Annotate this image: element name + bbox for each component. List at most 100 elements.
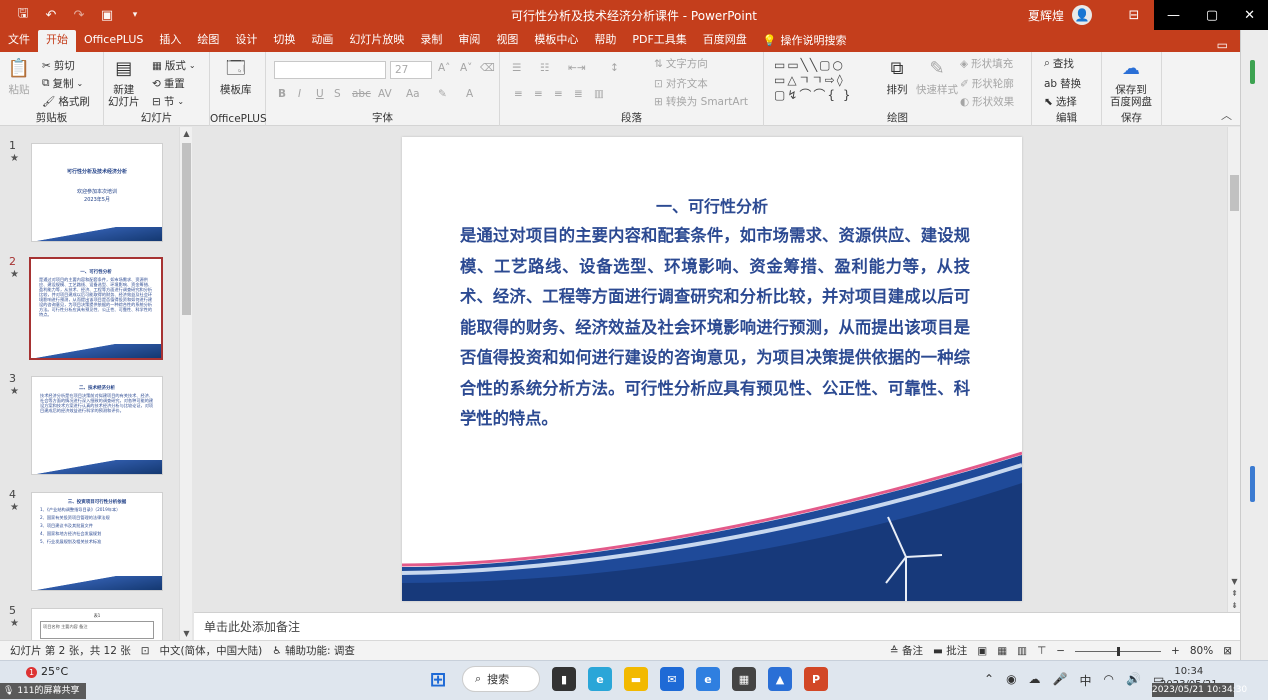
scroll-up-icon[interactable]: ▲ bbox=[180, 127, 193, 140]
reset-button[interactable]: ⟲ 重置 bbox=[152, 76, 185, 91]
indent-icon[interactable]: ⇤⇥ bbox=[568, 62, 586, 74]
screen-share-banner[interactable]: 🎙 111的屏幕共享 bbox=[0, 683, 86, 699]
slide-thumbnail-3[interactable]: 二、技术经济分析 技术经济分析是在项目决策前对拟建项目的有关技术、经济、社会等方… bbox=[31, 376, 163, 475]
tab-pdf-tools[interactable]: PDF工具集 bbox=[624, 30, 694, 52]
language-indicator[interactable]: 中文(简体，中国大陆) bbox=[160, 643, 263, 658]
windows-start-icon[interactable]: ⊞ bbox=[426, 667, 450, 691]
slide-thumbnail-2[interactable]: 一、可行性分析 是通过对项目的主要内容和配套条件，如市场需求、资源供应、建设规模… bbox=[29, 257, 163, 360]
select-button[interactable]: ⬉ 选择 bbox=[1044, 94, 1077, 109]
editor-scrollbar[interactable]: ▼ ⇞ ⇟ bbox=[1227, 127, 1240, 612]
maximize-icon[interactable]: ▢ bbox=[1206, 8, 1218, 23]
spellcheck-icon[interactable]: ⊡ bbox=[141, 645, 150, 657]
notes-pane[interactable]: 单击此处添加备注 bbox=[194, 612, 1240, 640]
font-size-input[interactable]: 27 bbox=[390, 61, 432, 79]
photos-icon[interactable]: ▲ bbox=[768, 667, 792, 691]
undo-icon[interactable]: ↶ bbox=[42, 8, 60, 23]
smartart-button[interactable]: ⊞ 转换为 SmartArt bbox=[654, 94, 748, 109]
current-slide[interactable]: 一、可行性分析 是通过对项目的主要内容和配套条件，如市场需求、资源供应、建设规模… bbox=[402, 137, 1022, 601]
chevron-up-icon[interactable]: ⌃ bbox=[984, 672, 994, 689]
align-text-button[interactable]: ⊡ 对齐文本 bbox=[654, 76, 708, 91]
collapse-ribbon-icon[interactable]: ︿ bbox=[1221, 107, 1232, 123]
save-icon[interactable]: 🖫 bbox=[14, 4, 32, 26]
user-name[interactable]: 夏辉煌 bbox=[1028, 7, 1064, 24]
align-left-icon[interactable]: ≡ bbox=[514, 88, 523, 100]
quick-styles-button[interactable]: ✎ 快速样式 bbox=[916, 56, 958, 97]
tab-transitions[interactable]: 切换 bbox=[265, 30, 303, 52]
italic-button[interactable]: I bbox=[298, 88, 301, 100]
task-view-icon[interactable]: ▮ bbox=[552, 667, 576, 691]
template-library-button[interactable]: 🗔 模板库 bbox=[220, 56, 252, 97]
layout-button[interactable]: ▦ 版式 ⌄ bbox=[152, 58, 196, 73]
notes-button[interactable]: ≙ 备注 bbox=[890, 643, 923, 658]
zoom-slider-thumb[interactable] bbox=[1116, 646, 1120, 656]
present-icon[interactable]: ▣ bbox=[98, 8, 116, 23]
zoom-in-icon[interactable]: + bbox=[1171, 645, 1180, 657]
taskbar-search[interactable]: ⌕ 搜索 bbox=[462, 666, 540, 692]
weather-widget[interactable]: 1 25°C bbox=[26, 665, 68, 678]
reading-view-icon[interactable]: ▥ bbox=[1017, 645, 1027, 657]
comments-pane-icon[interactable]: ▭ bbox=[1217, 38, 1240, 52]
paste-button[interactable]: 📋 粘贴 bbox=[6, 56, 32, 97]
format-painter-button[interactable]: 🖌 格式刷 bbox=[42, 94, 90, 109]
ribbon-display-options-icon[interactable]: ⊟ bbox=[1114, 8, 1154, 23]
cut-button[interactable]: ✂ 剪切 bbox=[42, 58, 75, 73]
char-spacing-button[interactable]: AV bbox=[378, 88, 392, 100]
wifi-icon[interactable]: ◠ bbox=[1104, 672, 1114, 689]
tab-review[interactable]: 审阅 bbox=[450, 30, 488, 52]
thumbnails-scrollbar[interactable]: ▲ ▼ bbox=[179, 127, 192, 640]
edge-icon[interactable]: e bbox=[588, 667, 612, 691]
align-center-icon[interactable]: ≡ bbox=[534, 88, 543, 100]
mail-icon[interactable]: ✉ bbox=[660, 667, 684, 691]
align-right-icon[interactable]: ≡ bbox=[554, 88, 563, 100]
avatar[interactable]: 👤 bbox=[1072, 5, 1092, 25]
replace-button[interactable]: ab 替换 bbox=[1044, 76, 1081, 91]
shape-outline-button[interactable]: ✐ 形状轮廓 bbox=[960, 76, 1014, 91]
customize-icon[interactable]: ▾ bbox=[126, 10, 144, 20]
tray-app-icon[interactable]: ◉ bbox=[1006, 672, 1016, 689]
tab-design[interactable]: 设计 bbox=[227, 30, 265, 52]
powerpoint-icon[interactable]: P bbox=[804, 667, 828, 691]
redo-icon[interactable]: ↷ bbox=[70, 8, 88, 23]
section-button[interactable]: ⊟ 节 ⌄ bbox=[152, 94, 184, 109]
font-name-input[interactable] bbox=[274, 61, 386, 79]
tab-record[interactable]: 录制 bbox=[412, 30, 450, 52]
scrollbar-thumb[interactable] bbox=[1230, 175, 1239, 211]
grow-font-icon[interactable]: A˄ bbox=[438, 62, 450, 74]
copy-button[interactable]: ⧉ 复制 ⌄ bbox=[42, 76, 83, 91]
volume-icon[interactable]: 🔊 bbox=[1126, 672, 1141, 689]
shape-effects-button[interactable]: ◐ 形状效果 bbox=[960, 94, 1014, 109]
comments-button[interactable]: ▬ 批注 bbox=[933, 643, 967, 658]
tab-slideshow[interactable]: 幻灯片放映 bbox=[341, 30, 412, 52]
find-button[interactable]: ⌕ 查找 bbox=[1044, 56, 1074, 71]
slide-sorter-icon[interactable]: ▦ bbox=[997, 645, 1007, 657]
slide-thumbnail-4[interactable]: 三、投资项目可行性分析依据 1、《产业结构调整指导目录》（2019年本） 2、国… bbox=[31, 492, 163, 591]
tab-animations[interactable]: 动画 bbox=[303, 30, 341, 52]
tab-template-center[interactable]: 模板中心 bbox=[526, 30, 586, 52]
shapes-gallery[interactable]: ▭▭╲╲▢○ ▭△ㄱㄱ⇨◊ ▢↯⌒⌒{ } bbox=[774, 58, 878, 104]
highlight-icon[interactable]: ✎ bbox=[438, 88, 447, 100]
accessibility-status[interactable]: ♿ 辅助功能: 调查 bbox=[272, 643, 355, 658]
save-to-baidu-button[interactable]: ☁ 保存到 百度网盘 bbox=[1110, 56, 1152, 109]
shape-fill-button[interactable]: ◈ 形状填充 bbox=[960, 56, 1013, 71]
tab-draw[interactable]: 绘图 bbox=[189, 30, 227, 52]
minimize-icon[interactable]: — bbox=[1167, 8, 1180, 23]
columns-icon[interactable]: ▥ bbox=[594, 88, 604, 100]
numbering-icon[interactable]: ☷ bbox=[540, 62, 549, 74]
change-case-button[interactable]: Aa bbox=[406, 88, 420, 100]
slide-thumbnail-5[interactable]: 表1 项目名称 主要内容 备注 bbox=[31, 608, 163, 640]
fit-to-window-icon[interactable]: ⊠ bbox=[1223, 645, 1232, 657]
tab-insert[interactable]: 插入 bbox=[151, 30, 189, 52]
font-color-icon[interactable]: A bbox=[466, 88, 473, 100]
tab-officeplus[interactable]: OfficePLUS bbox=[76, 30, 151, 52]
slideshow-view-icon[interactable]: ⊤ bbox=[1037, 645, 1046, 657]
ime-indicator[interactable]: 中 bbox=[1080, 672, 1092, 689]
normal-view-icon[interactable]: ▣ bbox=[977, 645, 987, 657]
zoom-slider[interactable] bbox=[1075, 646, 1162, 656]
bullets-icon[interactable]: ☰ bbox=[512, 62, 521, 74]
clear-format-icon[interactable]: ⌫ bbox=[480, 62, 495, 74]
tell-me-search[interactable]: 💡 操作说明搜索 bbox=[755, 30, 855, 52]
text-direction-button[interactable]: ⇅ 文字方向 bbox=[654, 56, 708, 71]
tab-file[interactable]: 文件 bbox=[0, 30, 38, 52]
microphone-icon[interactable]: 🎤 bbox=[1053, 672, 1068, 689]
zoom-out-icon[interactable]: − bbox=[1056, 645, 1065, 657]
